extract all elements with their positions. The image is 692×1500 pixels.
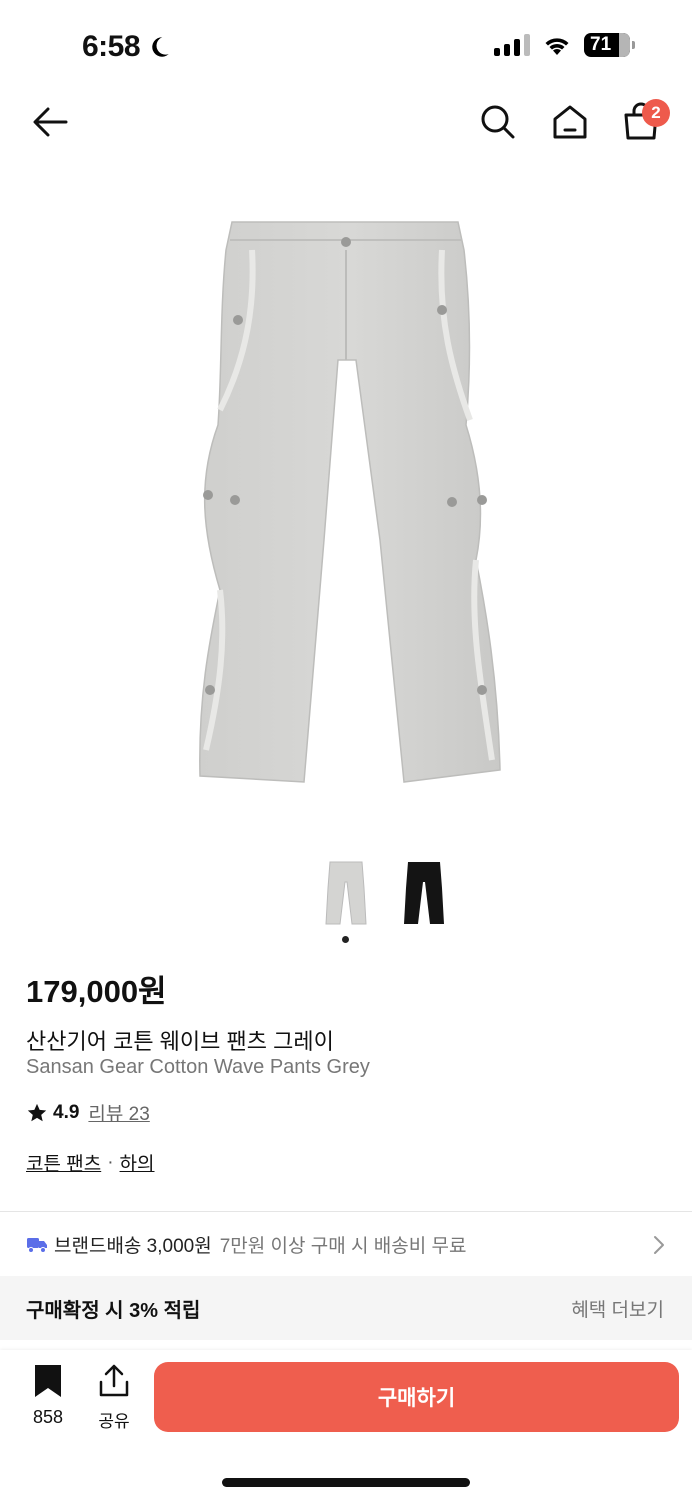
battery-level: 71: [590, 34, 612, 55]
star-icon: [27, 1103, 47, 1121]
status-bar: 6:58 71: [0, 0, 692, 90]
battery-icon: 71: [584, 33, 635, 57]
bookmark-button[interactable]: 858: [26, 1364, 70, 1428]
share-label: 공유: [98, 1412, 130, 1431]
benefit-title: 구매확정 시 3% 적립: [26, 1299, 201, 1322]
top-nav: 2: [0, 92, 692, 152]
share-icon: [99, 1364, 129, 1397]
share-button[interactable]: 공유: [92, 1364, 136, 1432]
free-shipping-note: 7만원 이상 구매 시 배송비 무료: [219, 1235, 467, 1257]
product-name-korean: 산산기어 코튼 웨이브 팬츠 그레이: [26, 1029, 334, 1054]
status-indicators: 71: [494, 33, 635, 57]
bookmark-count: 858: [32, 1407, 64, 1427]
moon-icon: [152, 37, 169, 57]
truck-icon: [27, 1238, 47, 1253]
shipping-fee: 브랜드배송 3,000원: [54, 1235, 212, 1257]
category-link-primary[interactable]: 코튼 팬츠: [26, 1149, 101, 1176]
category-link-secondary[interactable]: 하의: [120, 1149, 155, 1176]
carousel-indicator: [342, 936, 349, 943]
search-icon[interactable]: [478, 102, 518, 142]
product-name-english: Sansan Gear Cotton Wave Pants Grey: [26, 1056, 370, 1078]
category-separator: ·: [107, 1151, 114, 1173]
bookmark-icon: [35, 1365, 61, 1397]
rating-score: 4.9: [53, 1101, 80, 1123]
wifi-icon: [545, 38, 569, 55]
bottom-action-bar: 858 공유 구매하기: [0, 1350, 692, 1500]
buy-button[interactable]: 구매하기: [154, 1362, 679, 1432]
thumbnail-black[interactable]: [402, 858, 446, 928]
clock-time: 6:58: [82, 30, 141, 63]
shipping-info-row[interactable]: 브랜드배송 3,000원 7만원 이상 구매 시 배송비 무료: [0, 1212, 692, 1276]
review-link[interactable]: 리뷰 23: [88, 1099, 149, 1126]
chevron-right-icon: [654, 1236, 664, 1254]
product-price: 179,000원: [26, 974, 167, 1009]
category-breadcrumb: 코튼 팬츠 · 하의: [26, 1149, 155, 1176]
home-indicator[interactable]: [222, 1478, 470, 1487]
benefit-row: 구매확정 시 3% 적립 혜택 더보기: [0, 1276, 692, 1340]
cart-count-badge: 2: [642, 99, 670, 127]
product-rating: 4.9 리뷰 23: [26, 1099, 150, 1126]
thumbnail-grey[interactable]: [324, 858, 368, 928]
back-arrow-icon[interactable]: [30, 104, 70, 140]
home-icon[interactable]: [550, 102, 590, 142]
product-image[interactable]: [180, 210, 512, 800]
clock: 6:58: [82, 30, 172, 64]
benefit-more-link[interactable]: 혜택 더보기: [571, 1295, 664, 1322]
cellular-signal-icon: [494, 34, 530, 56]
